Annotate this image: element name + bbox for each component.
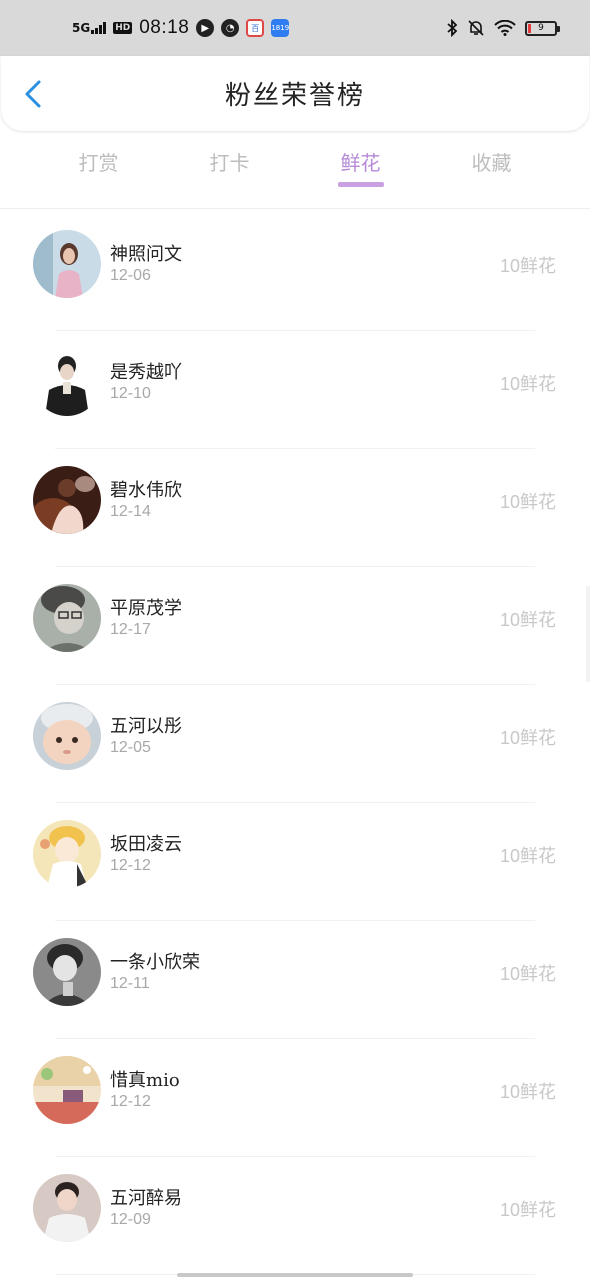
- fan-date: 12-14: [110, 503, 151, 520]
- header: 粉丝荣誉榜: [1, 56, 589, 131]
- tab-label: 打赏: [78, 151, 119, 175]
- avatar[interactable]: [33, 230, 101, 298]
- media-play-icon: ▶: [196, 19, 215, 37]
- list-item[interactable]: 是秀越吖 12-10 10鲜花: [0, 331, 590, 449]
- tab-reward[interactable]: 打赏: [33, 131, 164, 191]
- home-indicator[interactable]: [177, 1273, 413, 1277]
- fan-date: 12-11: [110, 975, 150, 992]
- battery-icon: 9: [525, 20, 560, 36]
- tab-label: 打卡: [209, 151, 250, 175]
- fan-name: 五河醉易: [110, 1188, 182, 1209]
- avatar[interactable]: [33, 1056, 101, 1124]
- flower-count: 10鲜花: [499, 256, 556, 276]
- fan-name: 一条小欣荣: [110, 952, 200, 973]
- tab-bar: 打赏 打卡 鲜花 收藏: [0, 131, 590, 191]
- flower-count: 10鲜花: [499, 1082, 556, 1102]
- list-item[interactable]: 坂田凌云 12-12 10鲜花: [0, 803, 590, 921]
- active-tab-indicator: [338, 182, 384, 187]
- avatar[interactable]: [33, 938, 101, 1006]
- fan-date: 12-10: [110, 385, 151, 402]
- tab-label: 收藏: [471, 151, 512, 175]
- fan-name: 是秀越吖: [110, 362, 182, 383]
- avatar[interactable]: [33, 466, 101, 534]
- scroll-indicator: [586, 586, 590, 682]
- tab-checkin[interactable]: 打卡: [164, 131, 295, 191]
- flower-count: 10鲜花: [499, 728, 556, 748]
- list-item[interactable]: 惜真mio 12-12 10鲜花: [0, 1039, 590, 1157]
- tab-label: 鲜花: [340, 151, 381, 175]
- fan-date: 12-06: [110, 267, 151, 284]
- status-bar: 5G HD 08:18 ▶ ◔ 百 1819 9: [0, 0, 590, 56]
- bluetooth-icon: [447, 19, 458, 37]
- avatar[interactable]: [33, 584, 101, 652]
- list-item[interactable]: 五河以彤 12-05 10鲜花: [0, 685, 590, 803]
- status-right: 9: [446, 19, 560, 37]
- divider: [0, 208, 590, 209]
- fan-name: 平原茂学: [110, 598, 182, 619]
- list-item[interactable]: 五河醉易 12-09 10鲜花: [0, 1157, 590, 1275]
- fan-date: 12-17: [110, 621, 151, 638]
- flower-count: 10鲜花: [499, 846, 556, 866]
- fan-date: 12-09: [110, 1211, 151, 1228]
- signal-icon: [91, 22, 107, 34]
- list-item[interactable]: 碧水伟欣 12-14 10鲜花: [0, 449, 590, 567]
- flower-count: 10鲜花: [499, 964, 556, 984]
- fan-date: 12-05: [110, 739, 151, 756]
- fan-name: 五河以彤: [110, 716, 182, 737]
- hd-badge: HD: [113, 22, 133, 34]
- status-left: 5G HD 08:18 ▶ ◔ 百 1819: [72, 17, 290, 39]
- fan-name: 神照问文: [110, 244, 182, 265]
- flower-count: 10鲜花: [499, 492, 556, 512]
- fan-date: 12-12: [110, 1093, 151, 1110]
- avatar[interactable]: [33, 702, 101, 770]
- flower-count: 10鲜花: [499, 610, 556, 630]
- speedometer-icon: ◔: [221, 19, 240, 37]
- network-indicator: 5G: [72, 21, 107, 35]
- avatar[interactable]: [33, 820, 101, 888]
- fan-name: 碧水伟欣: [110, 480, 182, 501]
- tab-flowers[interactable]: 鲜花: [295, 131, 426, 191]
- list-item[interactable]: 神照问文 12-06 10鲜花: [0, 213, 590, 331]
- baidu-app-icon: 百: [246, 19, 265, 37]
- tab-favorites[interactable]: 收藏: [426, 131, 557, 191]
- fan-list: 神照问文 12-06 10鲜花 是秀越吖 12-10 10鲜花 碧水伟欣 12-…: [0, 213, 590, 1275]
- flower-count: 10鲜花: [499, 374, 556, 394]
- fan-name: 惜真mio: [110, 1070, 180, 1091]
- chevron-left-icon: [25, 80, 41, 108]
- battery-level: 9: [538, 23, 544, 33]
- mute-bell-icon: [468, 20, 484, 36]
- avatar[interactable]: [33, 1174, 101, 1242]
- fan-date: 12-12: [110, 857, 151, 874]
- bilibili-app-icon: 1819: [271, 19, 290, 37]
- list-item[interactable]: 平原茂学 12-17 10鲜花: [0, 567, 590, 685]
- page-title: 粉丝荣誉榜: [224, 81, 365, 111]
- status-time: 08:18: [139, 17, 190, 38]
- wifi-icon: [494, 20, 516, 36]
- network-label: 5G: [72, 21, 91, 35]
- flower-count: 10鲜花: [499, 1200, 556, 1220]
- avatar[interactable]: [33, 348, 101, 416]
- list-item[interactable]: 一条小欣荣 12-11 10鲜花: [0, 921, 590, 1039]
- fan-name: 坂田凌云: [110, 834, 182, 855]
- back-button[interactable]: [17, 78, 49, 110]
